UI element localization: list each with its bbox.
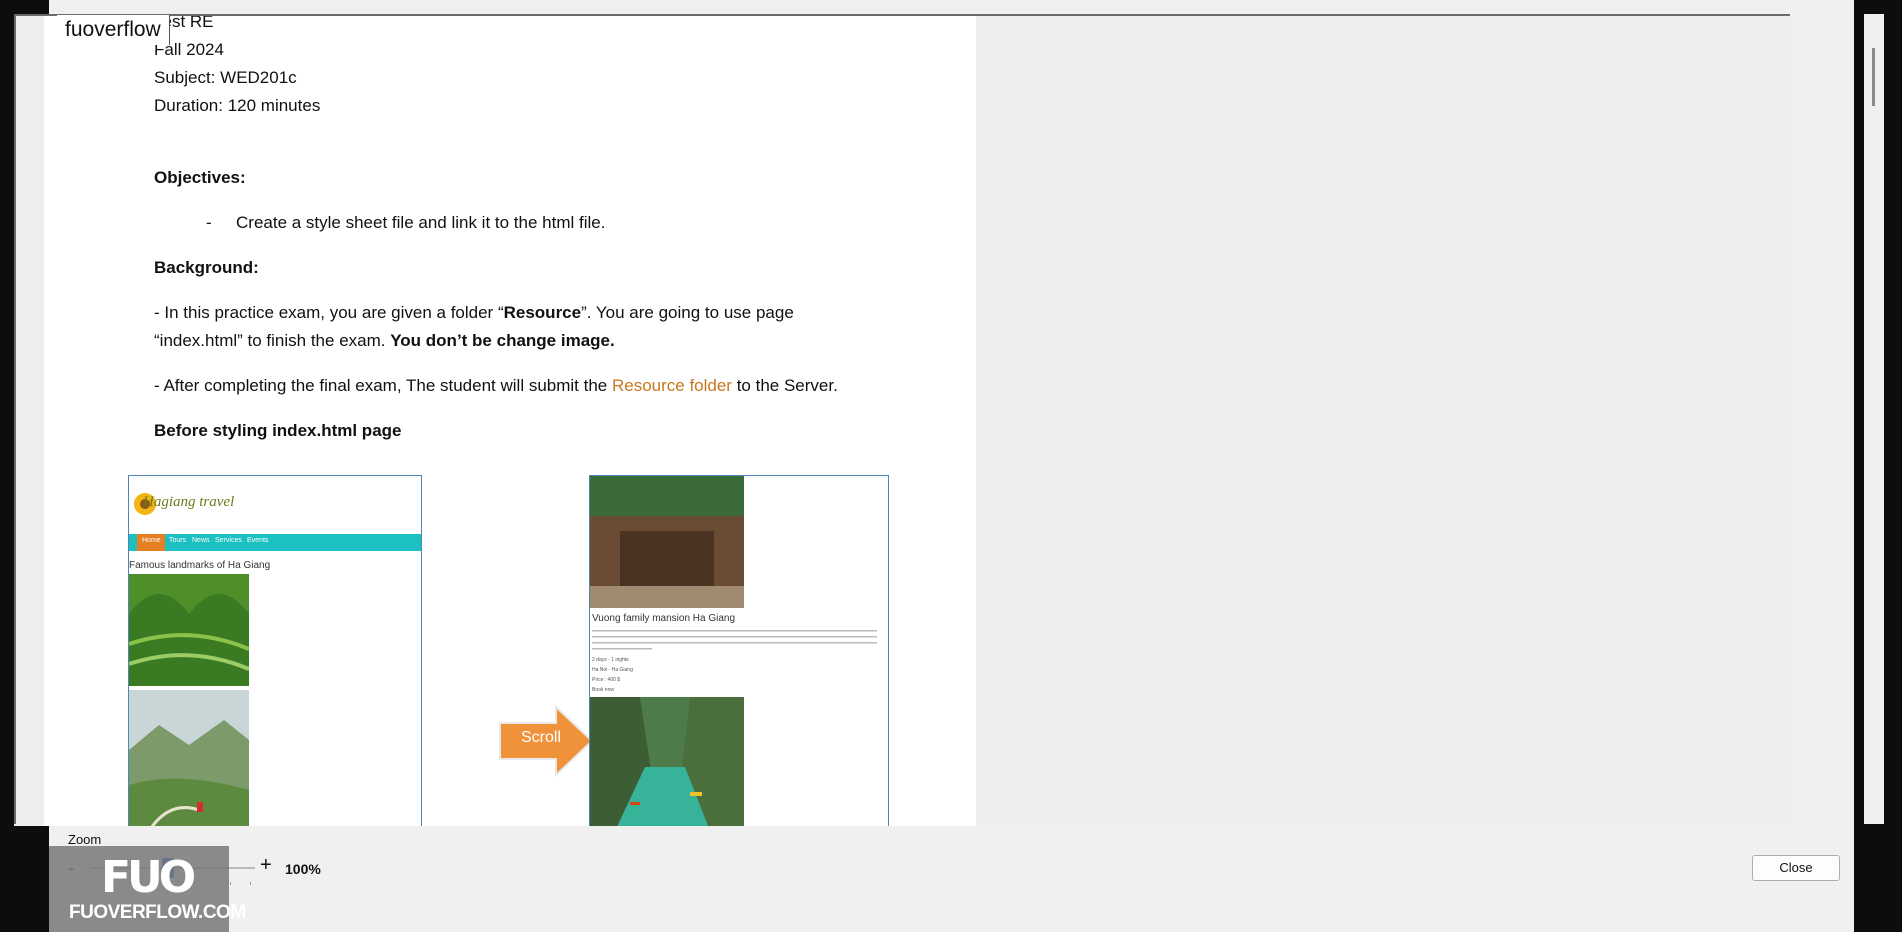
bg3-suffix: to the Server. [731, 376, 838, 395]
bg2-bold: You don’t be change image. [390, 331, 615, 350]
landmarks-caption: Famous landmarks of Ha Giang [129, 560, 271, 571]
nav-news: News [192, 537, 210, 544]
vertical-scrollbar[interactable] [1864, 14, 1884, 824]
bg1-bold: Resource [503, 303, 582, 322]
tour-price: Price : 400 $ [592, 677, 621, 683]
doc-duration: Duration: 120 minutes [154, 96, 321, 115]
tour-duration: 2 days - 1 nights [592, 657, 629, 663]
objective-item: Create a style sheet file and link it to… [236, 213, 606, 232]
scrollbar-thumb[interactable] [1872, 48, 1875, 106]
mansion-photo [590, 476, 744, 608]
nav-home: Home [142, 537, 161, 544]
bg1-suffix: ”. You are going to use page [581, 303, 794, 322]
viewer-left-border [14, 14, 16, 824]
objective-dash: - [206, 213, 212, 232]
nav-tours: Tours [169, 537, 187, 544]
mansion-title: Vuong family mansion Ha Giang [592, 613, 736, 624]
zoom-value: 100% [285, 861, 321, 877]
river-gorge-photo [590, 697, 744, 826]
bg3-prefix: - After completing the final exam, The s… [154, 376, 612, 395]
bg2-prefix: “index.html” to finish the exam. [154, 331, 391, 350]
brand-logo: Hagiang travel [131, 478, 234, 530]
before-screenshot: Hagiang travel Home Tours News Services … [128, 475, 422, 826]
watermark-mark: FUO [101, 852, 196, 903]
nav-services: Services [215, 537, 242, 544]
objectives-heading: Objectives: [154, 168, 246, 187]
document-viewport[interactable]: Test RE Fall 2024 Subject: WED201c Durat… [14, 14, 1790, 826]
bg1-prefix: - In this practice exam, you are given a… [154, 303, 504, 322]
resource-folder-link: Resource folder [611, 376, 732, 395]
zoom-label: Zoom [68, 832, 102, 847]
doc-subject: Subject: WED201c [154, 68, 297, 87]
document-page: Test RE Fall 2024 Subject: WED201c Durat… [44, 16, 976, 826]
scroll-arrow-label: Scroll [521, 729, 562, 746]
watermark-logo: FUO FUOVERFLOW.COM [49, 846, 246, 932]
tour-route: Ha Noi - Ha Giang [592, 667, 633, 673]
description-text-lines [592, 630, 877, 650]
background-heading: Background: [154, 258, 259, 277]
nav-events: Events [247, 537, 269, 544]
before-styling-heading: Before styling index.html page [154, 421, 402, 440]
file-title: fuoverflow [57, 15, 170, 45]
close-button[interactable]: Close [1752, 855, 1840, 881]
background-paragraph-1: - In this practice exam, you are given a… [154, 303, 794, 323]
after-screenshot: Vuong family mansion Ha Giang 2 days - 1… [589, 475, 889, 826]
background-paragraph-2: “index.html” to finish the exam. You don… [154, 331, 615, 351]
brand-name: Hagiang travel [143, 494, 235, 510]
background-paragraph-3: - After completing the final exam, The s… [154, 376, 838, 396]
zoom-in-button[interactable]: + [260, 854, 272, 877]
book-now-link: Book now [592, 687, 614, 693]
rice-terrace-photo [129, 574, 249, 686]
watermark-site: FUOVERFLOW.COM [69, 902, 246, 923]
mountain-road-photo [129, 690, 249, 826]
nav-bar: Home Tours News Services Events [129, 534, 421, 551]
mansion-description [592, 628, 882, 655]
